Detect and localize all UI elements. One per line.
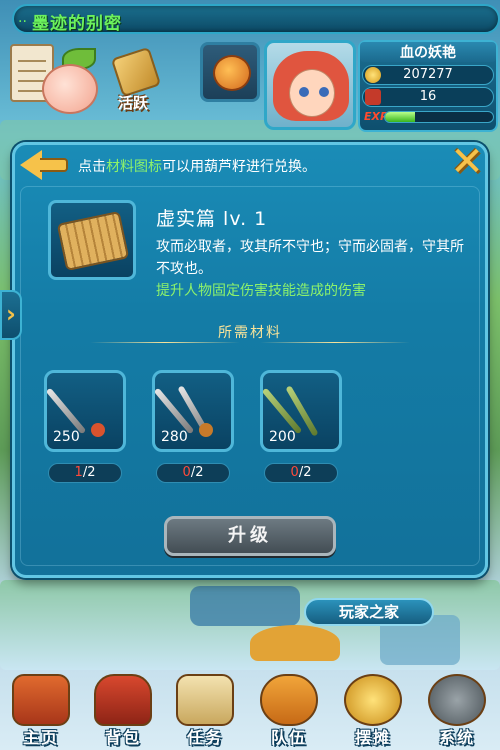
activity-label[interactable]: 活跃	[118, 92, 148, 113]
material-slot-1[interactable]: 250	[44, 370, 126, 452]
nav-stall[interactable]: 摆摊	[334, 670, 412, 750]
player-name: 血の妖艳	[360, 42, 496, 62]
material-need: /2	[82, 465, 96, 480]
gift-value: 16	[419, 89, 437, 104]
material-have: 0	[290, 465, 299, 480]
nav-label: 系统	[438, 728, 475, 747]
back-button[interactable]	[20, 150, 70, 180]
gift-stat: 16	[362, 87, 494, 107]
close-button[interactable]: ✕	[442, 142, 492, 186]
nav-quest[interactable]: 任务	[166, 670, 244, 750]
exp-bar-fill	[385, 112, 416, 122]
pet-icon	[213, 55, 251, 91]
exp-bar	[384, 111, 494, 123]
palace-icon	[12, 674, 70, 726]
side-expand-tab[interactable]: ›	[0, 290, 22, 340]
back-arrow-icon	[20, 150, 42, 180]
gold-stat: 207277	[362, 65, 494, 85]
material-slot-2[interactable]: 280	[152, 370, 234, 452]
material-count: 250	[53, 429, 80, 445]
top-title: 墨迹的别密	[32, 14, 122, 34]
hint-suffix: 可以用葫芦籽进行兑换。	[162, 159, 316, 175]
top-title-bar[interactable]: .. 墨迹的别密	[12, 4, 500, 34]
material-count: 200	[269, 429, 296, 445]
material-need: /2	[298, 465, 312, 480]
title-dots-icon: ..	[18, 10, 27, 26]
scroll-icon	[176, 674, 234, 726]
gear-icon	[428, 674, 486, 726]
divider-right	[260, 342, 410, 343]
gold-value: 207277	[403, 67, 453, 82]
material-quantity: 0/2	[156, 463, 230, 483]
skill-name: 虚实篇 lv. 1	[156, 208, 268, 230]
nav-label: 任务	[186, 728, 223, 747]
material-slot-3[interactable]: 200	[260, 370, 342, 452]
hint-prefix: 点击	[78, 159, 106, 175]
nav-team[interactable]: 队伍	[250, 670, 328, 750]
nav-system[interactable]: 系统	[418, 670, 496, 750]
divider-left	[90, 342, 240, 343]
upgrade-button[interactable]: 升级	[164, 516, 336, 556]
nav-home[interactable]: 主页	[2, 670, 80, 750]
player-home-label[interactable]: 玩家之家	[304, 598, 434, 626]
nav-bag[interactable]: 背包	[84, 670, 162, 750]
chest-icon	[94, 674, 152, 726]
exchange-hint: 点击材料图标可以用葫芦籽进行兑换。	[78, 156, 316, 176]
required-materials-title: 所需材料	[218, 325, 282, 341]
bamboo-scroll-icon	[56, 210, 130, 272]
skill-effect: 提升人物固定伤害技能造成的伤害	[156, 283, 366, 299]
skill-description: 攻而必取者，攻其所不守也；守而必固者，守其所不攻也。	[156, 239, 464, 277]
material-quantity: 0/2	[264, 463, 338, 483]
nav-label: 主页	[22, 728, 59, 747]
pet-portrait[interactable]	[200, 42, 260, 102]
hint-material-link: 材料图标	[106, 159, 162, 175]
material-have: 0	[182, 465, 191, 480]
team-icon	[260, 674, 318, 726]
material-need: /2	[190, 465, 204, 480]
skill-book-slot[interactable]	[48, 200, 136, 280]
material-count: 280	[161, 429, 188, 445]
material-quantity: 1/2	[48, 463, 122, 483]
material-have: 1	[74, 465, 83, 480]
nav-label: 背包	[104, 728, 141, 747]
player-avatar[interactable]	[264, 40, 356, 130]
gourd-baby-icon[interactable]	[36, 48, 108, 124]
nav-label: 摆摊	[354, 728, 391, 747]
spear-icon	[45, 387, 87, 435]
nav-label: 队伍	[270, 728, 307, 747]
coin-icon	[344, 674, 402, 726]
